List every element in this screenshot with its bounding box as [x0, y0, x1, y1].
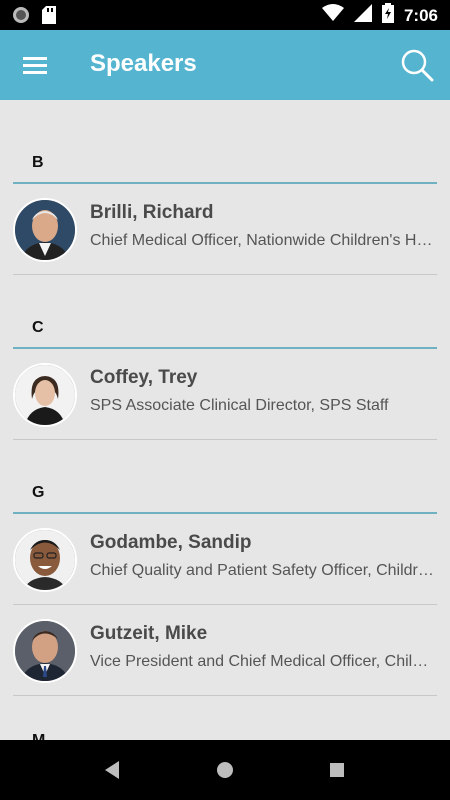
navigation-bar	[0, 740, 450, 800]
back-icon	[105, 761, 119, 779]
app-bar: Speakers	[0, 30, 450, 100]
section-header	[13, 100, 437, 184]
speaker-name: Coffey, Trey	[90, 367, 198, 388]
speaker-title: SPS Associate Clinical Director, SPS Sta…	[90, 397, 389, 414]
speaker-name: Gutzeit, Mike	[90, 623, 208, 644]
status-bar: 7:06	[0, 0, 450, 30]
section-letter: C	[32, 319, 44, 336]
section-header	[13, 275, 437, 349]
avatar	[13, 619, 77, 683]
speaker-name: Brilli, Richard	[90, 202, 214, 223]
avatar	[13, 363, 77, 427]
speaker-name: Godambe, Sandip	[90, 532, 252, 553]
section-letter: B	[32, 154, 44, 171]
recents-button[interactable]	[322, 755, 352, 785]
section-letter-peek: M	[32, 732, 45, 740]
speaker-title: Chief Medical Officer, Nationwide Childr…	[90, 232, 437, 249]
search-button[interactable]	[396, 44, 438, 86]
app-notification-icon	[12, 6, 30, 29]
cell-signal-icon	[353, 4, 372, 27]
section-header	[13, 440, 437, 514]
speaker-row[interactable]: Godambe, Sandip Chief Quality and Patien…	[13, 514, 437, 605]
section-g: G Godambe, Sandip Chief Quality and Pati…	[0, 440, 450, 696]
status-time: 7:06	[403, 5, 438, 25]
section-letter: G	[32, 484, 45, 501]
speaker-title: Chief Quality and Patient Safety Officer…	[90, 562, 437, 579]
back-button[interactable]	[97, 755, 127, 785]
section-b: B Brilli, Richard Chief Medical Officer,…	[0, 100, 450, 275]
home-button[interactable]	[210, 755, 240, 785]
battery-icon	[381, 3, 394, 28]
hamburger-menu-icon	[23, 57, 47, 74]
home-icon	[217, 762, 233, 778]
speaker-row[interactable]: Coffey, Trey SPS Associate Clinical Dire…	[13, 349, 437, 440]
speaker-list[interactable]: B Brilli, Richard Chief Medical Officer,…	[0, 100, 450, 740]
speaker-row[interactable]: Gutzeit, Mike Vice President and Chief M…	[13, 605, 437, 696]
avatar	[13, 198, 77, 262]
sd-card-icon	[42, 6, 56, 29]
search-icon	[401, 49, 434, 82]
section-c: C Coffey, Trey SPS Associate Clinical Di…	[0, 275, 450, 440]
wifi-icon	[321, 4, 344, 27]
avatar	[13, 528, 77, 592]
speaker-title: Vice President and Chief Medical Officer…	[90, 653, 437, 670]
recents-icon	[330, 763, 344, 777]
page-title: Speakers	[90, 50, 197, 77]
speaker-row[interactable]: Brilli, Richard Chief Medical Officer, N…	[13, 184, 437, 275]
menu-button[interactable]	[14, 44, 56, 86]
